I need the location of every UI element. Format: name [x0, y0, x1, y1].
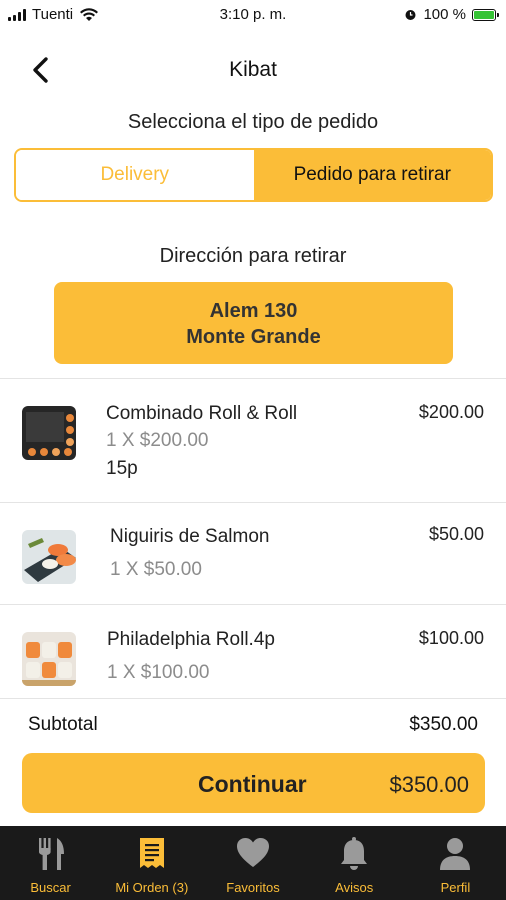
item-name: Niguiris de Salmon [110, 526, 270, 547]
item-image [22, 406, 76, 460]
pickup-address-label: Dirección para retirar [159, 245, 347, 267]
order-item[interactable]: Philadelphia Roll.4p 1 X $100.00 $100.00 [0, 604, 506, 698]
item-image [22, 530, 76, 584]
order-item[interactable]: Niguiris de Salmon 1 X $50.00 $50.00 [0, 502, 506, 604]
item-name: Combinado Roll & Roll [106, 403, 298, 424]
tab-perfil[interactable]: Perfil [405, 826, 506, 900]
tab-avisos[interactable]: Avisos [304, 826, 405, 900]
tab-label: Favoritos [226, 880, 280, 895]
chevron-left-icon [33, 57, 48, 83]
continue-button-label: Continuar [198, 771, 307, 797]
battery-icon [472, 8, 499, 21]
fork-knife-icon [38, 838, 64, 870]
tab-label: Buscar [30, 880, 71, 895]
item-quantity: 1 X $100.00 [107, 662, 210, 683]
item-quantity: 1 X $200.00 [106, 430, 209, 451]
continue-button[interactable]: Continuar $350.00 [22, 753, 485, 813]
order-type-selector: Delivery Pedido para retirar [14, 148, 493, 202]
item-price: $100.00 [418, 628, 484, 648]
subtotal-value: $350.00 [409, 714, 478, 735]
back-button[interactable] [26, 52, 60, 88]
item-quantity: 1 X $50.00 [110, 559, 202, 580]
heart-icon [237, 838, 269, 867]
order-item[interactable]: Combinado Roll & Roll 1 X $200.00 15p $2… [0, 378, 506, 502]
nav-header: Kibat [0, 48, 506, 92]
tab-buscar[interactable]: Buscar [0, 826, 101, 900]
tab-mi-orden[interactable]: Mi Orden (3) [101, 826, 202, 900]
order-type-delivery[interactable]: Delivery [16, 150, 254, 200]
order-type-pickup[interactable]: Pedido para retirar [253, 150, 491, 200]
bottom-tab-bar: Buscar Mi Orden (3) Favoritos Avisos Per… [0, 826, 506, 900]
address-line-1: Alem 130 [209, 300, 298, 322]
divider [0, 698, 506, 699]
continue-button-price: $350.00 [389, 772, 469, 797]
page-title: Kibat [229, 58, 277, 81]
item-price: $200.00 [418, 402, 484, 422]
status-bar: Tuenti 3:10 p. m. 100 % [0, 0, 506, 30]
item-price: $50.00 [428, 524, 484, 544]
subtotal-label: Subtotal [28, 714, 98, 735]
user-icon [440, 838, 471, 870]
battery-percent: 100 % [423, 6, 466, 23]
receipt-icon [139, 838, 164, 868]
tab-label: Mi Orden (3) [115, 880, 189, 895]
item-name: Philadelphia Roll.4p [107, 629, 275, 650]
bell-icon [341, 837, 368, 870]
order-type-label: Selecciona el tipo de pedido [127, 111, 379, 133]
battery-info: 100 % [404, 6, 499, 23]
tab-label: Avisos [335, 880, 374, 895]
alarm-icon [405, 10, 416, 20]
tab-label: Perfil [440, 880, 471, 895]
item-note: 15p [106, 458, 138, 479]
item-image [22, 632, 76, 686]
tab-favoritos[interactable]: Favoritos [202, 826, 303, 900]
pickup-address-card[interactable]: Alem 130 Monte Grande [54, 282, 453, 364]
address-line-2: Monte Grande [186, 326, 321, 348]
